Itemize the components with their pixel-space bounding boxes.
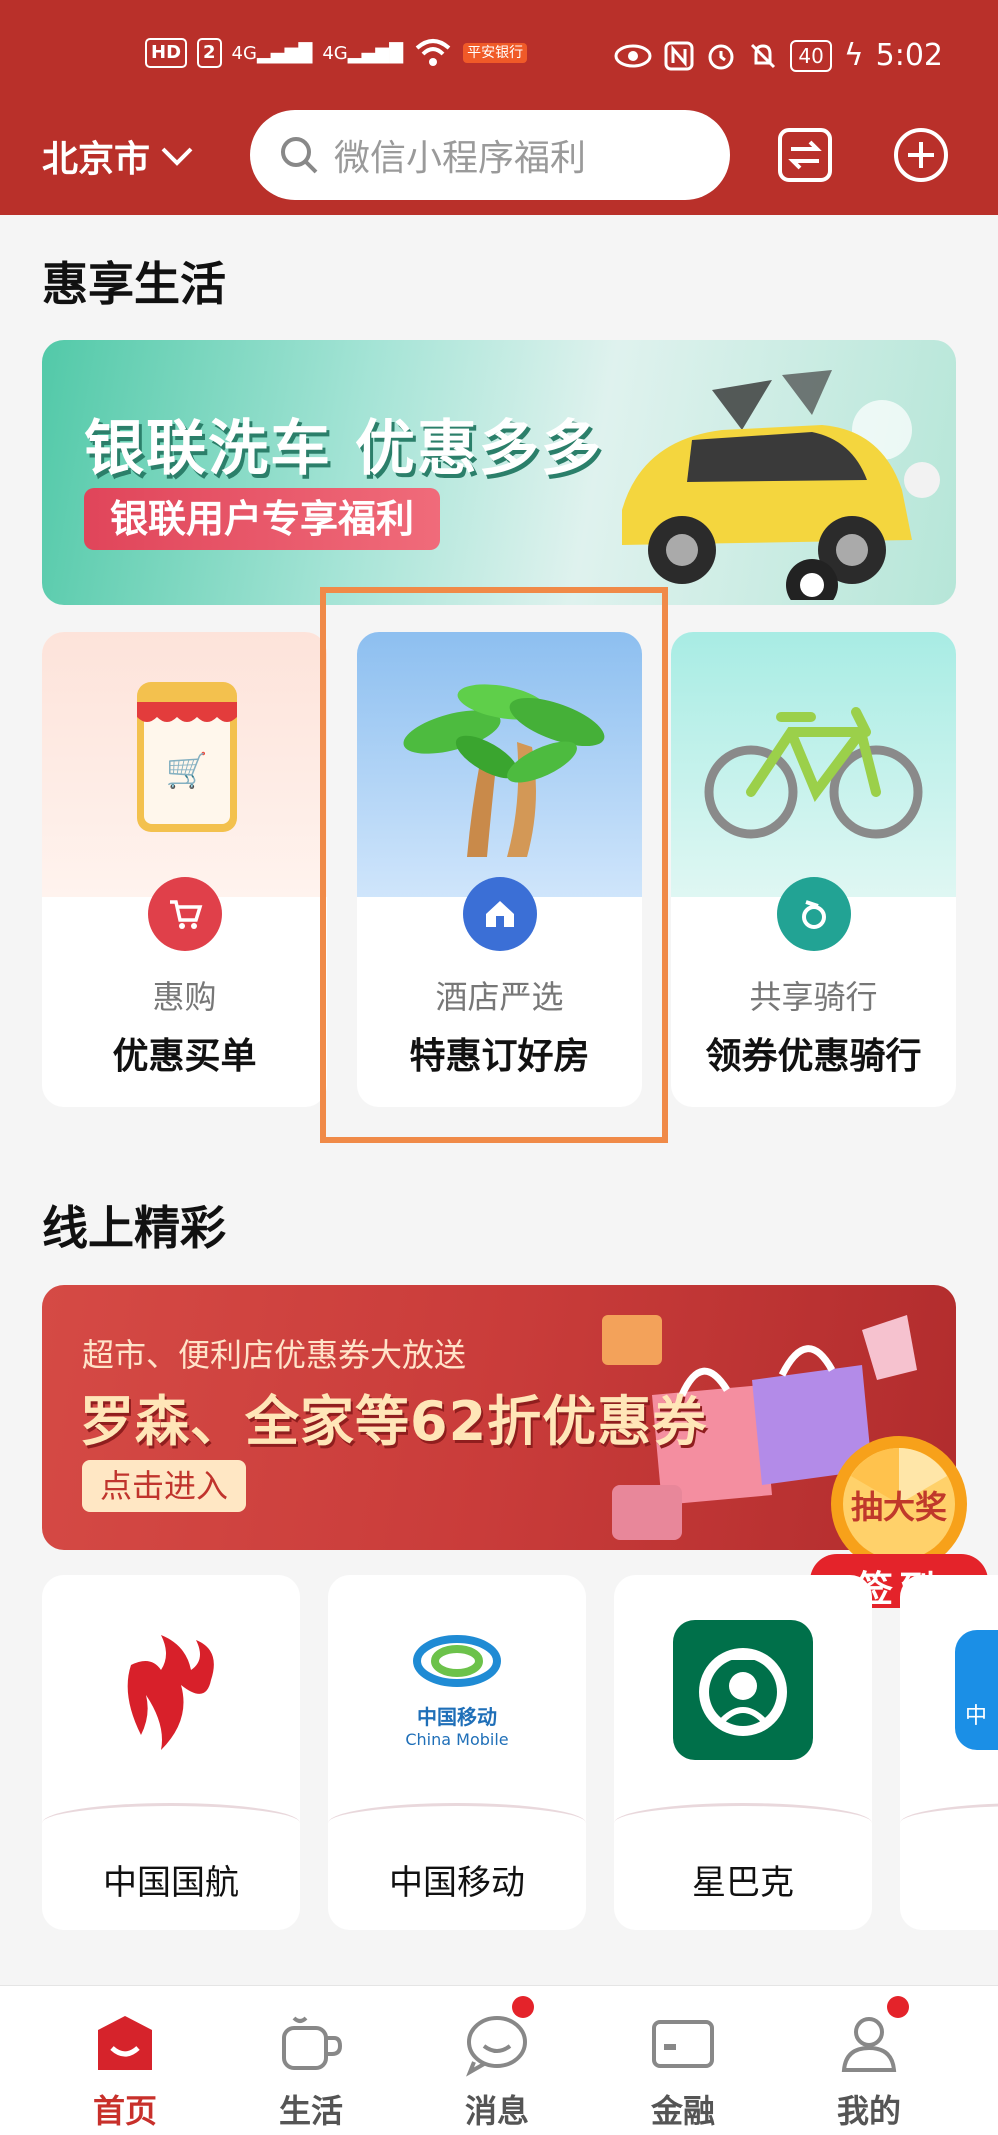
- bottom-nav: 首页 生活 消息 金融 我的: [0, 1985, 998, 2135]
- nav-life[interactable]: 生活: [221, 1986, 401, 2135]
- card-divider: [614, 1803, 872, 1843]
- bank-app-badge: 平安银行: [463, 43, 528, 63]
- profile-badge: [887, 1996, 909, 2018]
- brand-card-air-china[interactable]: 中国国航: [42, 1575, 300, 1930]
- brand-name: 中国国航: [103, 1863, 239, 1903]
- network-type-1: 4G: [231, 42, 257, 64]
- nfc-icon: [664, 41, 694, 70]
- city-selector[interactable]: 北京市: [42, 130, 194, 182]
- network-type-2: 4G: [322, 42, 348, 64]
- china-mobile-logo: 中国移动 China Mobile: [328, 1615, 586, 1765]
- top-header: HD 2 4G▂▄▆█ 4G▂▄▆█ 平安银行 40 ϟ 5:02 北京市 微信…: [0, 0, 998, 215]
- card-divider: [328, 1803, 586, 1843]
- china-mobile-logo-cn: 中国移动: [417, 1705, 497, 1729]
- cup-icon: [282, 2016, 343, 2070]
- brand-name: 中国移动: [389, 1863, 525, 1903]
- nav-mine[interactable]: 我的: [779, 1986, 959, 2135]
- clock: 5:02: [875, 38, 943, 73]
- search-input[interactable]: 微信小程序福利: [250, 110, 730, 200]
- home-icon: [98, 2016, 152, 2070]
- battery-indicator: 40: [790, 39, 832, 72]
- nav-label: 消息: [464, 2092, 529, 2130]
- banner-title: 罗森、全家等62折优惠券: [80, 1390, 708, 1453]
- car-wash-banner[interactable]: 银联洗车 优惠多多 银联用户专享福利: [42, 340, 956, 605]
- card-divider: [42, 1803, 300, 1843]
- card-divider: [900, 1803, 998, 1843]
- nav-home[interactable]: 首页: [35, 1986, 215, 2135]
- eye-icon: [614, 44, 652, 67]
- brand-name: 1: [900, 1855, 998, 1895]
- banner-tag: 银联用户专享福利: [84, 488, 441, 550]
- lottery-label: 抽大奖: [850, 1488, 947, 1526]
- china-mobile-logo-en: China Mobile: [405, 1730, 509, 1749]
- card-bike[interactable]: 共享骑行 领券优惠骑行: [671, 632, 956, 1107]
- banner-subtitle: 超市、便利店优惠券大放送: [82, 1336, 467, 1374]
- partial-logo-text: 中: [955, 1630, 998, 1750]
- air-china-logo: [42, 1615, 300, 1765]
- nav-label: 我的: [836, 2092, 901, 2130]
- brand-list: 中国国航 中国移动 China Mobile 中国移动 星巴克 中 1: [42, 1575, 998, 1935]
- banner-title: 银联洗车 优惠多多: [84, 414, 603, 484]
- card-huigou[interactable]: 🛒 惠购 优惠买单: [42, 632, 327, 1107]
- card-art: 🛒: [42, 632, 327, 897]
- chevron-down-icon: [161, 147, 193, 166]
- brand-card-partial[interactable]: 中 1: [900, 1575, 998, 1930]
- brand-name: 星巴克: [692, 1863, 794, 1903]
- nav-messages[interactable]: 消息: [407, 1986, 587, 2135]
- scan-switch-button[interactable]: [777, 127, 833, 183]
- card-icon: [652, 2020, 714, 2068]
- charging-icon: ϟ: [843, 38, 864, 73]
- signal-icon-2: 4G▂▄▆█: [322, 42, 404, 64]
- brand-card-starbucks[interactable]: 星巴克: [614, 1575, 872, 1930]
- section-title-online: 线上精彩: [42, 1201, 226, 1255]
- city-label: 北京市: [42, 139, 151, 180]
- wifi-icon: [415, 39, 451, 66]
- enter-button[interactable]: 点击进入: [82, 1460, 247, 1512]
- add-button[interactable]: [893, 127, 949, 183]
- highlight-box: [320, 587, 668, 1143]
- alarm-icon: [708, 44, 734, 69]
- nav-finance[interactable]: 金融: [593, 1986, 773, 2135]
- card-title: 优惠买单: [112, 1036, 257, 1077]
- card-subtitle: 惠购: [152, 978, 217, 1016]
- hd-indicator: HD: [145, 38, 188, 68]
- search-icon: [281, 137, 318, 174]
- section-title-life: 惠享生活: [42, 257, 226, 311]
- bicycle-illustration: [704, 707, 923, 839]
- card-subtitle: 共享骑行: [749, 978, 878, 1016]
- sim-indicator: 2: [197, 38, 222, 68]
- starbucks-logo: [614, 1615, 872, 1765]
- svg-text:🛒: 🛒: [166, 751, 208, 791]
- mute-icon: [751, 43, 776, 68]
- message-icon: [466, 2016, 527, 2077]
- status-bar: HD 2 4G▂▄▆█ 4G▂▄▆█ 平安银行 40 ϟ 5:02: [0, 38, 998, 78]
- nav-label: 生活: [278, 2092, 343, 2130]
- card-title: 领券优惠骑行: [705, 1036, 922, 1077]
- nav-label: 首页: [92, 2092, 157, 2130]
- shop-phone-illustration: 🛒: [137, 682, 237, 832]
- message-badge: [512, 1996, 534, 2018]
- search-placeholder: 微信小程序福利: [334, 138, 587, 179]
- brand-card-china-mobile[interactable]: 中国移动 China Mobile 中国移动: [328, 1575, 586, 1930]
- car-illustration: [622, 370, 940, 600]
- bike-icon: [777, 877, 851, 951]
- partial-logo: 中: [900, 1615, 998, 1765]
- signal-icon: 4G▂▄▆█: [231, 42, 313, 64]
- card-art: [671, 632, 956, 897]
- cart-icon: [148, 877, 222, 951]
- nav-label: 金融: [650, 2092, 715, 2130]
- profile-icon: [841, 2017, 897, 2072]
